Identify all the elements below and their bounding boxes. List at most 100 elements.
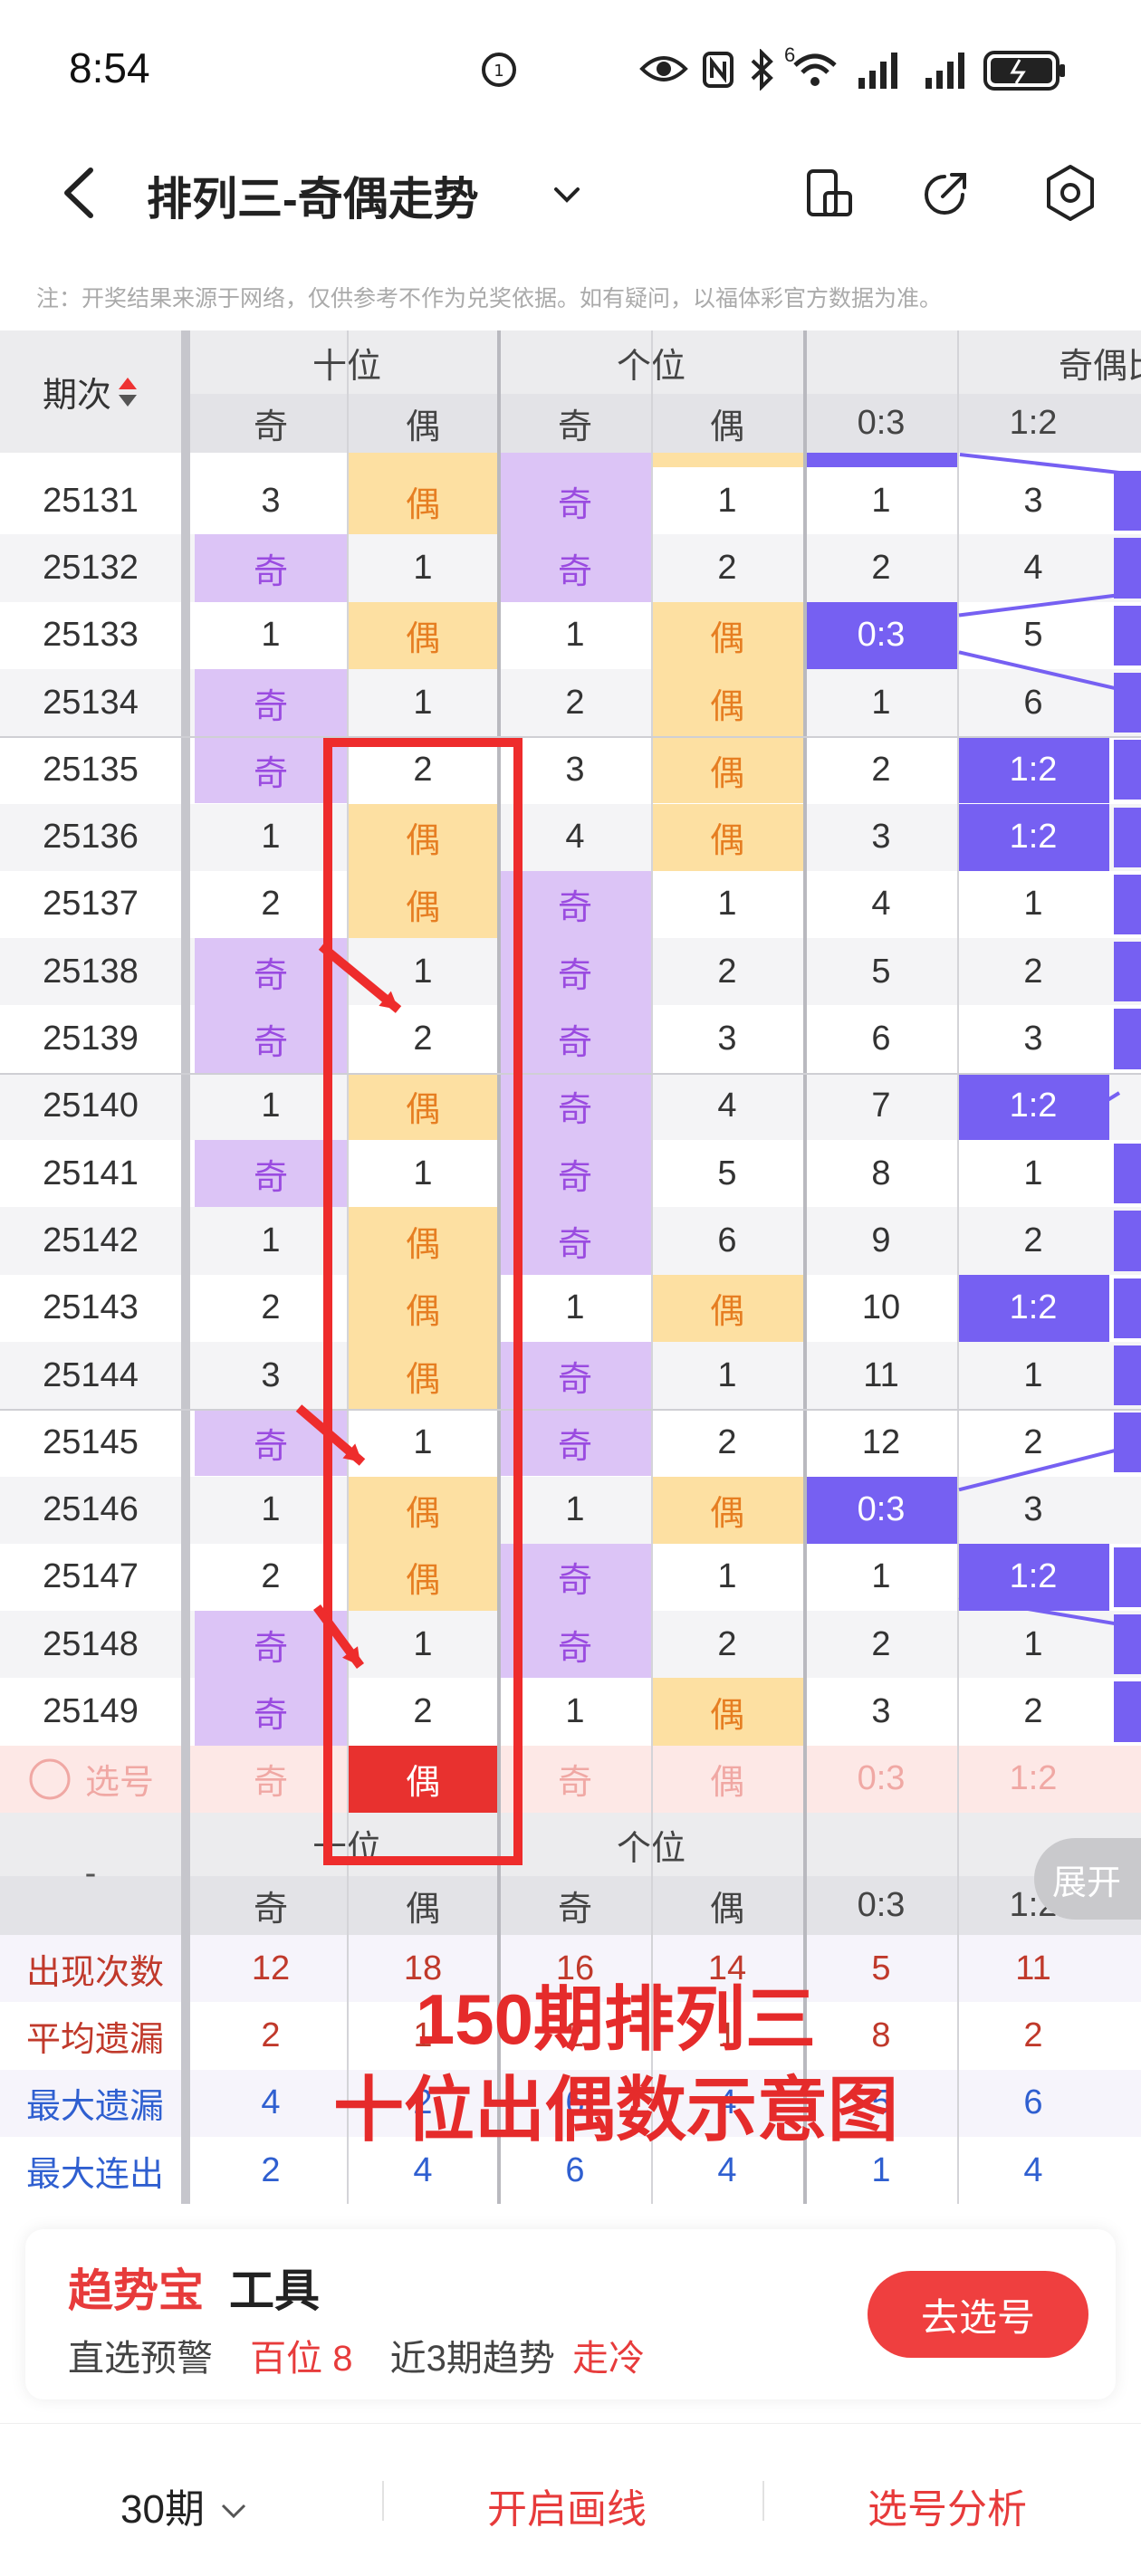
miss-count-cell: 2	[717, 548, 737, 587]
svg-text:1: 1	[494, 62, 503, 81]
even-hit-cell: 偶	[347, 1072, 499, 1140]
select-chip[interactable]: 奇	[499, 1746, 651, 1813]
sub-header: 0:3	[857, 404, 906, 442]
go-select-button[interactable]: 去选号	[868, 2271, 1088, 2358]
issue-number: 25146	[43, 1490, 139, 1529]
sub-header: 奇	[253, 408, 288, 446]
miss-count-cell: 1	[413, 1154, 433, 1192]
miss-count-cell: 3	[1023, 1020, 1043, 1058]
sub-header: 偶	[405, 408, 440, 446]
ratio-hit-cell: 1:2	[957, 736, 1109, 804]
stats-sub-header: 偶	[709, 1891, 744, 1929]
miss-count-cell: 4	[871, 885, 891, 924]
status-bar	[0, 0, 1141, 136]
number-analysis-button[interactable]: 选号分析	[868, 2476, 1027, 2534]
issue-number: 25137	[43, 885, 139, 924]
miss-count-cell: 6	[717, 1221, 737, 1259]
bluetooth-icon	[751, 49, 773, 91]
odd-hit-cell: 奇	[195, 1140, 347, 1208]
phone-landscape-icon[interactable]	[801, 166, 856, 220]
promo-tool-label: 工具	[229, 2265, 320, 2316]
ratio-cell-partial	[1114, 1009, 1141, 1069]
even-hit-cell: 偶	[651, 1678, 803, 1746]
miss-count-cell: 1	[565, 1490, 585, 1529]
ratio-cell-partial	[1114, 1547, 1141, 1608]
miss-count-cell: 2	[413, 1020, 433, 1058]
issue-column-header[interactable]: 期次	[0, 330, 181, 453]
issue-number: 25139	[43, 1020, 139, 1058]
column-divider	[957, 330, 959, 2205]
group-divider	[803, 330, 807, 2205]
partial-row-cell	[651, 453, 803, 467]
odd-hit-cell: 奇	[499, 938, 651, 1006]
odd-hit-cell: 奇	[499, 870, 651, 939]
ratio-cell-partial	[1114, 740, 1141, 800]
ratio-cell-partial	[1114, 1144, 1141, 1204]
share-icon[interactable]	[919, 166, 973, 220]
miss-count-cell: 3	[261, 1355, 281, 1394]
miss-count-cell: 2	[261, 1557, 281, 1596]
ratio-hit-cell: 1:2	[957, 1274, 1109, 1342]
odd-hit-cell: 奇	[499, 1005, 651, 1073]
select-chip-active[interactable]: 偶	[347, 1745, 499, 1813]
issue-number: 25143	[43, 1288, 139, 1327]
miss-count-cell: 3	[717, 1020, 737, 1058]
stats-sub-header: 奇	[557, 1891, 592, 1929]
draw-line-button[interactable]: 开启画线	[487, 2476, 647, 2534]
stats-dash: -	[84, 1854, 97, 1892]
ratio-cell-partial	[1114, 1211, 1141, 1271]
miss-count-cell: 5	[717, 1154, 737, 1192]
miss-count-cell: 2	[413, 1692, 433, 1731]
miss-count-cell: 1	[565, 1692, 585, 1731]
back-arrow-icon[interactable]	[54, 161, 109, 225]
nfc-icon	[703, 52, 734, 88]
miss-count-cell: 1	[413, 952, 433, 991]
miss-count-cell: 6	[871, 1020, 891, 1058]
stats-row-label: 最大连出	[25, 2155, 164, 2194]
issue-number: 25136	[43, 818, 139, 857]
miss-count-cell: 12	[861, 1422, 901, 1461]
ratio-cell-partial	[1114, 1614, 1141, 1675]
partial-row-cell	[347, 453, 499, 467]
annotation-line-2: 十位出偶数示意图	[332, 2070, 898, 2150]
miss-count-cell: 6	[1023, 683, 1043, 722]
miss-count-cell: 1	[565, 616, 585, 655]
ratio-hit-cell: 1:2	[957, 1543, 1109, 1612]
odd-hit-cell: 奇	[195, 1005, 347, 1073]
even-hit-cell: 偶	[347, 1476, 499, 1544]
issue-number: 25133	[43, 616, 139, 655]
wifi-icon	[793, 53, 837, 86]
select-chip[interactable]: 偶	[651, 1746, 803, 1813]
disclaimer-notice: 注：开奖结果来源于网络，仅供参考不作为兑奖依据。如有疑问，以福体彩官方数据为准。	[36, 286, 943, 311]
miss-count-cell: 1	[413, 683, 433, 722]
odd-hit-cell: 奇	[499, 1207, 651, 1275]
chevron-down-icon	[222, 2504, 246, 2519]
even-hit-cell: 偶	[651, 1476, 803, 1544]
miss-count-cell: 1	[717, 1355, 737, 1394]
page-title[interactable]: 排列三-奇偶走势	[147, 163, 479, 228]
select-chip[interactable]: 1:2	[957, 1746, 1109, 1813]
ratio-cell-partial	[1114, 1345, 1141, 1406]
stats-row-label: 最大遗漏	[25, 2088, 164, 2127]
expand-button[interactable]: 展开	[1034, 1838, 1141, 1920]
miss-count-cell: 1	[871, 481, 891, 520]
miss-count-cell: 3	[1023, 1490, 1043, 1529]
select-chip[interactable]: 奇	[195, 1746, 347, 1813]
battery-icon	[983, 51, 1065, 91]
stats-sub-header: 0:3	[857, 1886, 906, 1924]
select-row-label[interactable]: 选号	[0, 1746, 181, 1813]
promo-info-line: 直选预警 百位 8 近3期趋势 走冷	[68, 2329, 645, 2381]
select-chip[interactable]: 0:3	[805, 1746, 957, 1813]
miss-count-cell: 2	[1023, 952, 1043, 991]
settings-icon[interactable]	[1041, 163, 1099, 223]
odd-hit-cell: 奇	[195, 938, 347, 1006]
periods-selector[interactable]: 30期	[120, 2476, 252, 2534]
miss-count-cell: 5	[1023, 616, 1043, 655]
even-hit-cell: 偶	[347, 870, 499, 939]
radio-circle-icon	[29, 1758, 71, 1800]
chevron-down-icon[interactable]	[549, 177, 585, 213]
data-saver-icon: 1	[482, 53, 516, 87]
odd-hit-cell: 奇	[499, 1072, 651, 1140]
miss-count-cell: 2	[1023, 1692, 1043, 1731]
miss-count-cell: 1	[871, 683, 891, 722]
